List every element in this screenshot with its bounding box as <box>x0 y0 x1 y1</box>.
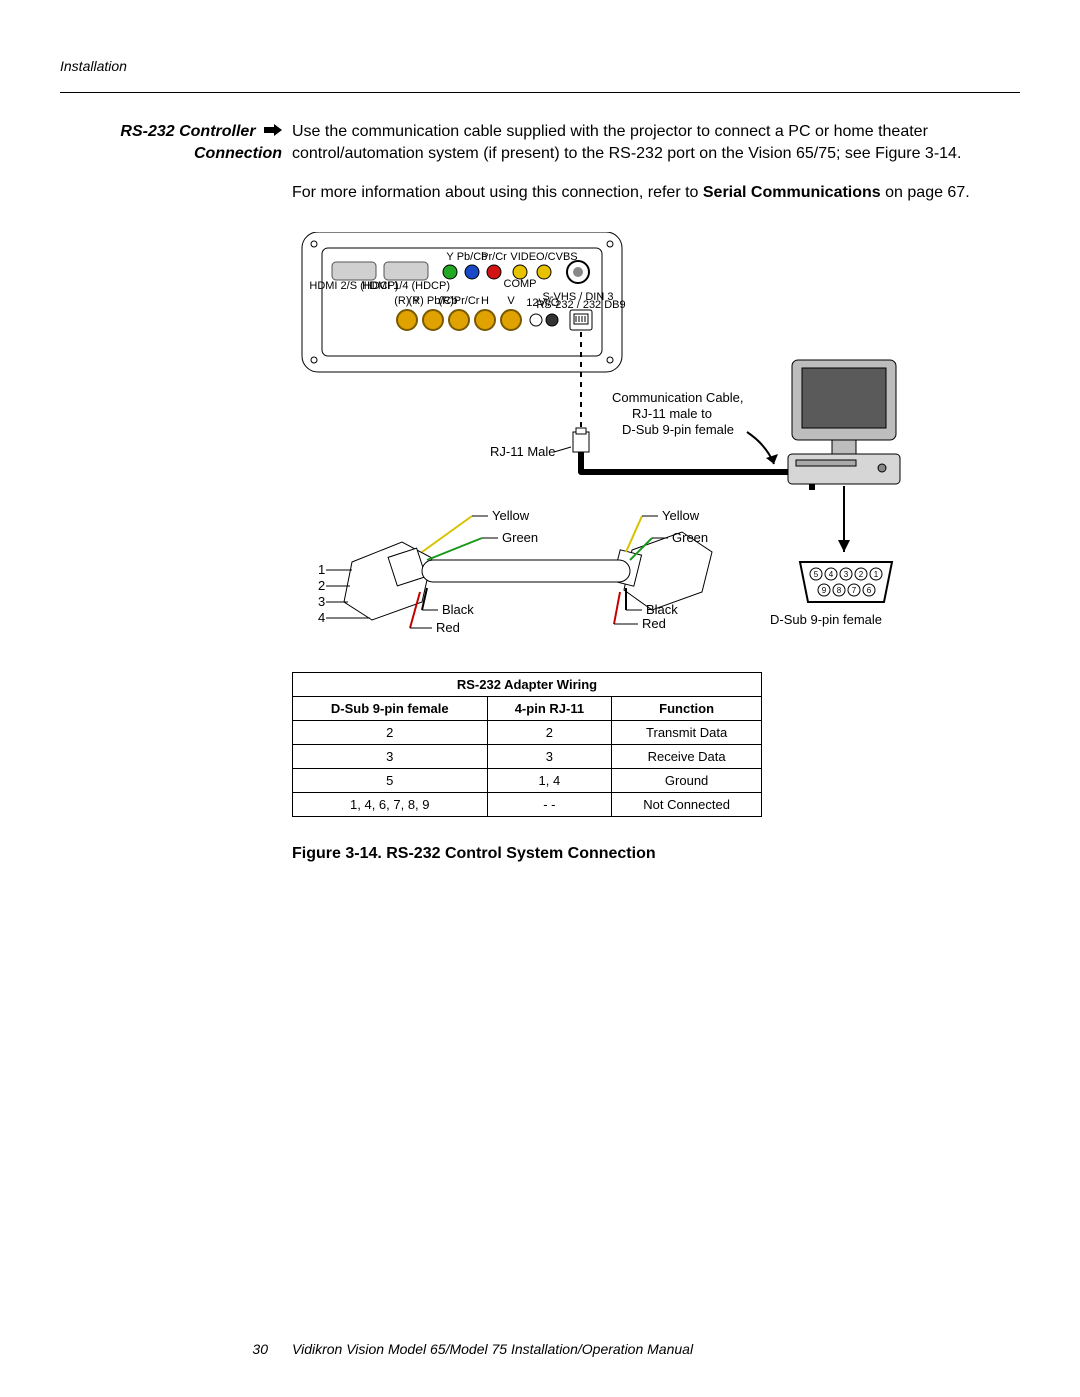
table-cell: 1, 4, 6, 7, 8, 9 <box>293 792 488 816</box>
pin-4: 4 <box>318 610 325 625</box>
paragraph-2: For more information about using this co… <box>292 182 1020 204</box>
dsub-pin-6: 6 <box>867 586 872 595</box>
dsub-pin-2: 2 <box>859 570 864 579</box>
label-row2v: V <box>507 295 515 307</box>
dsub-pin-9: 9 <box>822 586 827 595</box>
label-video: VIDEO/CVBS <box>510 251 577 263</box>
side-heading-line2: Connection <box>194 145 282 162</box>
page-footer: 30 Vidikron Vision Model 65/Model 75 Ins… <box>60 1341 1020 1357</box>
wiring-table: RS-232 Adapter Wiring D-Sub 9-pin female… <box>292 672 762 817</box>
label-red-left: Red <box>436 620 460 635</box>
table-title: RS-232 Adapter Wiring <box>293 672 762 696</box>
table-header-2: 4-pin RJ-11 <box>487 696 612 720</box>
side-heading: RS-232 Controller Connection <box>60 121 292 164</box>
rj11-plug-left-icon <box>344 542 432 620</box>
dsub-pin-7: 7 <box>852 586 857 595</box>
footer-title: Vidikron Vision Model 65/Model 75 Instal… <box>292 1341 1020 1357</box>
label-rs232: RS-232 / 232 DB9 <box>536 299 625 311</box>
figure-caption: Figure 3-14. RS-232 Control System Conne… <box>292 845 1020 863</box>
table-title-row: RS-232 Adapter Wiring <box>293 672 762 696</box>
p2-bold: Serial Communications <box>703 184 881 201</box>
label-red-right: Red <box>642 616 666 631</box>
label-yellow-right: Yellow <box>662 508 700 523</box>
table-cell: Receive Data <box>612 744 762 768</box>
table-cell: Ground <box>612 768 762 792</box>
pin-2: 2 <box>318 578 325 593</box>
table-cell: 2 <box>487 720 612 744</box>
label-comm-cable-1: Communication Cable, <box>612 390 744 405</box>
dsub-pin-1: 1 <box>874 570 879 579</box>
label-black-right: Black <box>646 602 678 617</box>
p2-post: on page 67. <box>881 184 970 201</box>
label-green-left: Green <box>502 530 538 545</box>
table-cell: 3 <box>487 744 612 768</box>
figure-block: HDMI 2/S (HDCP) HDMI 1/4 (HDCP) Y Pb/Cb … <box>292 232 1020 817</box>
table-row: 5 1, 4 Ground <box>293 768 762 792</box>
dsub-pin-4: 4 <box>829 570 834 579</box>
running-header: Installation <box>60 58 1020 74</box>
table-cell: - - <box>487 792 612 816</box>
table-cell: 5 <box>293 768 488 792</box>
label-green-right: Green <box>672 530 708 545</box>
dsub-pin-3: 3 <box>844 570 849 579</box>
table-cell: Transmit Data <box>612 720 762 744</box>
page-number: 30 <box>60 1341 292 1357</box>
label-hdmi1: HDMI 1/4 (HDCP) <box>362 280 450 292</box>
label-row2h: H <box>481 295 489 307</box>
table-header-row: D-Sub 9-pin female 4-pin RJ-11 Function <box>293 696 762 720</box>
table-row: 3 3 Receive Data <box>293 744 762 768</box>
dsub-pin-8: 8 <box>837 586 842 595</box>
table-header-3: Function <box>612 696 762 720</box>
label-yellow-left: Yellow <box>492 508 530 523</box>
table-cell: 3 <box>293 744 488 768</box>
table-cell: 1, 4 <box>487 768 612 792</box>
paragraph-1: Use the communication cable supplied wit… <box>292 121 1020 164</box>
p2-pre: For more information about using this co… <box>292 184 703 201</box>
label-rj11-male: RJ-11 Male <box>490 444 556 459</box>
table-row: 1, 4, 6, 7, 8, 9 - - Not Connected <box>293 792 762 816</box>
pin-3: 3 <box>318 594 325 609</box>
side-heading-line1: RS-232 Controller <box>120 123 255 140</box>
manual-page: Installation RS-232 Controller Connectio… <box>0 0 1080 1397</box>
label-comp: COMP <box>504 278 537 290</box>
label-row2c: (R)Pr/Cr <box>439 295 480 307</box>
label-prcr: Pr/Cr <box>481 251 507 263</box>
label-comm-cable-2: RJ-11 male to <box>632 406 712 421</box>
computer-icon <box>788 360 900 484</box>
table-row: 2 2 Transmit Data <box>293 720 762 744</box>
arrow-right-icon <box>264 121 282 143</box>
label-black-left: Black <box>442 602 474 617</box>
header-rule <box>60 92 1020 93</box>
content-row: RS-232 Controller Connection Use the com… <box>60 121 1020 222</box>
table-header-1: D-Sub 9-pin female <box>293 696 488 720</box>
table-cell: 2 <box>293 720 488 744</box>
wiring-diagram: HDMI 2/S (HDCP) HDMI 1/4 (HDCP) Y Pb/Cb … <box>292 232 912 652</box>
pin-1: 1 <box>318 562 325 577</box>
dsub-pin-5: 5 <box>814 570 819 579</box>
body-text: Use the communication cable supplied wit… <box>292 121 1020 222</box>
label-dsub-female: D-Sub 9-pin female <box>770 612 882 627</box>
label-y: Y <box>446 251 454 263</box>
table-cell: Not Connected <box>612 792 762 816</box>
label-comm-cable-3: D-Sub 9-pin female <box>622 422 734 437</box>
